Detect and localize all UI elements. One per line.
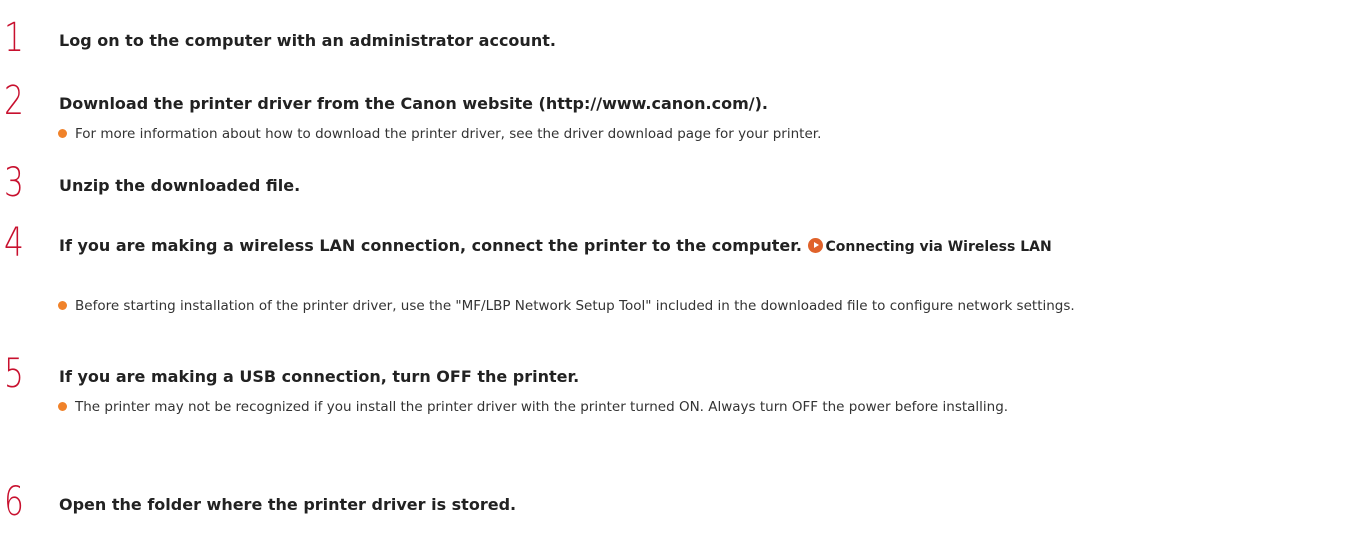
- link-text: Connecting via Wireless LAN: [825, 239, 1052, 255]
- step-number: 6: [4, 479, 24, 525]
- note-text: The printer may not be recognized if you…: [75, 399, 1009, 415]
- step-number: 1: [4, 15, 24, 61]
- step-title-text: If you are making a wireless LAN connect…: [59, 236, 802, 255]
- step-number: 3: [4, 160, 24, 206]
- step-number: 4: [4, 220, 24, 266]
- bullet-icon: [58, 301, 67, 310]
- step-note: The printer may not be recognized if you…: [58, 398, 1348, 416]
- step-title: Open the folder where the printer driver…: [59, 495, 517, 514]
- connecting-via-wireless-lan-link[interactable]: Connecting via Wireless LAN: [807, 238, 1052, 255]
- step-title: Unzip the downloaded file.: [59, 176, 301, 195]
- step-number: 5: [4, 351, 24, 397]
- step-note: Before starting installation of the prin…: [58, 297, 1348, 315]
- step-title: Log on to the computer with an administr…: [59, 31, 556, 50]
- step-title: If you are making a wireless LAN connect…: [59, 230, 1139, 263]
- step-number: 2: [4, 78, 24, 124]
- bullet-icon: [58, 129, 67, 138]
- step-note: For more information about how to downlo…: [58, 125, 1348, 143]
- step-title: Download the printer driver from the Can…: [59, 94, 768, 113]
- arrow-circle-icon: [807, 238, 823, 253]
- note-text: For more information about how to downlo…: [75, 126, 822, 142]
- bullet-icon: [58, 402, 67, 411]
- step-title: If you are making a USB connection, turn…: [59, 367, 580, 386]
- note-text: Before starting installation of the prin…: [75, 298, 1075, 314]
